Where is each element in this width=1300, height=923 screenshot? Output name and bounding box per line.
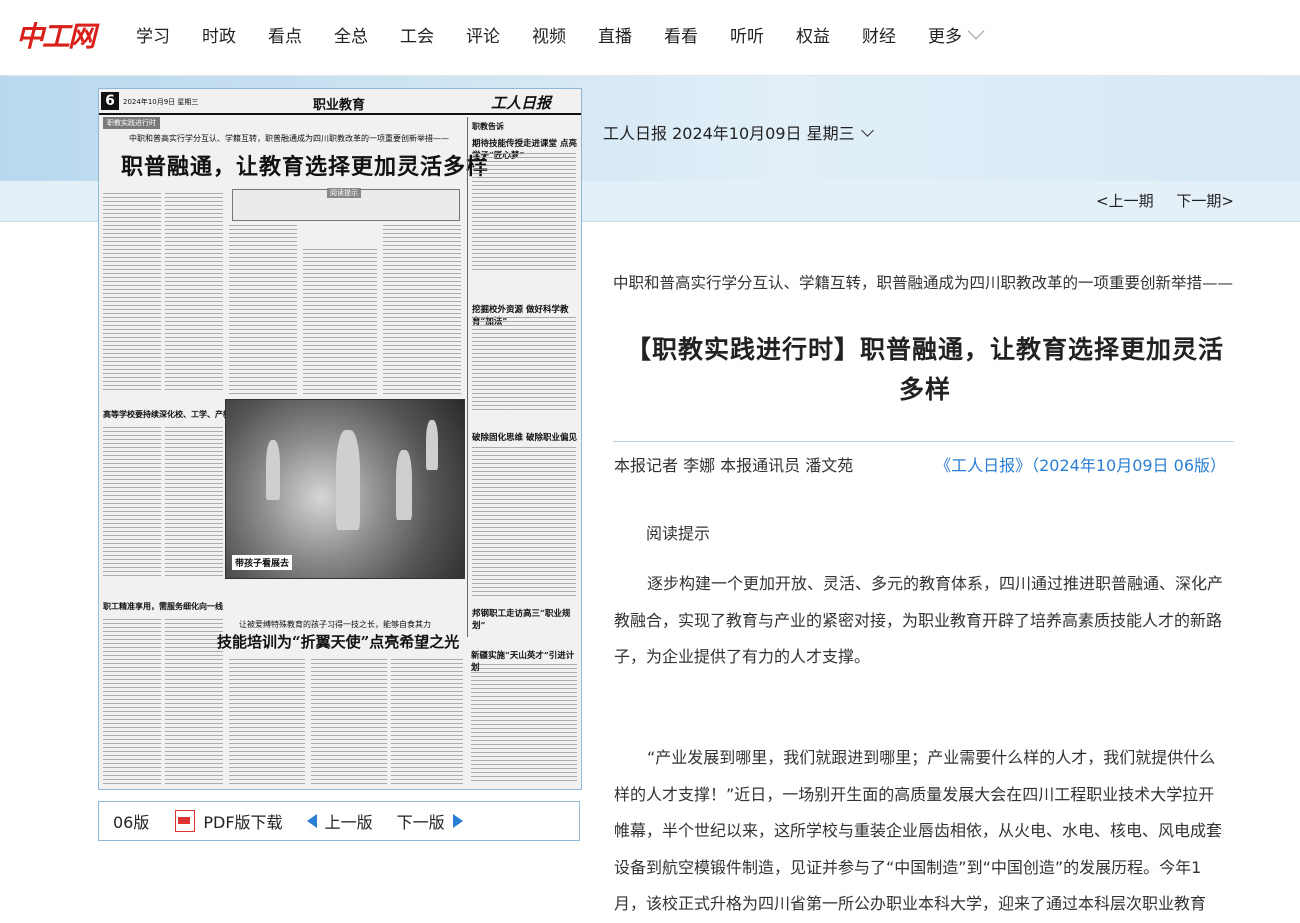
text-column [472, 447, 576, 597]
current-page-label: 06版 [113, 813, 150, 832]
text-column [471, 664, 577, 782]
nav-item-politics[interactable]: 时政 [202, 22, 236, 47]
article-paragraph: 逐步构建一个更加开放、灵活、多元的教育体系，四川通过推进职普融通、深化产教融合，… [614, 574, 1224, 666]
page-date: 2024年10月9日 星期三 [123, 98, 199, 106]
triangle-right-icon [452, 814, 463, 828]
pdf-download-label: PDF版下载 [203, 813, 283, 832]
nav-item-commentary[interactable]: 评论 [466, 22, 500, 47]
page-right-sidebar: 职教告诉 期待技能传授走进课堂 点亮学子“匠心梦” 挖掘校外资源 做好科学教育“… [467, 117, 580, 637]
page-headline[interactable]: 职普融通，让教育选择更加灵活多样 [121, 149, 489, 181]
page-photo-caption: 带孩子看展去 [232, 555, 293, 570]
nav-item-watch[interactable]: 看看 [664, 22, 698, 47]
page-column-tag: 职教实践进行时 [103, 117, 160, 129]
nav-item-listen[interactable]: 听听 [730, 22, 764, 47]
nav-more-menu[interactable]: 更多 [928, 22, 985, 47]
nav-item-highlights[interactable]: 看点 [268, 22, 302, 47]
chevron-down-icon [967, 22, 985, 40]
text-column [165, 619, 223, 784]
top-navigation: 中工网 学习 时政 看点 全总 工会 评论 视频 直播 看看 听听 权益 财经 … [0, 0, 1300, 76]
page-right-tag: 职教告诉 [472, 122, 504, 131]
text-column [391, 659, 463, 784]
article-headline: 【职教实践进行时】职普融通，让教育选择更加灵活多样 [625, 335, 1224, 404]
text-column [303, 249, 377, 395]
pdf-icon [175, 810, 196, 832]
page-photo: 带孩子看展去 [225, 399, 465, 579]
text-column [165, 427, 223, 577]
edition-date-selector[interactable]: 工人日报 2024年10月09日 星期三 [603, 120, 874, 144]
text-column [103, 427, 161, 577]
edition-date-label: 工人日报 2024年10月09日 星期三 [603, 124, 855, 143]
page-section: 职业教育 [313, 98, 366, 113]
nav-item-union[interactable]: 工会 [400, 22, 434, 47]
next-page-label: 下一版 [396, 813, 445, 832]
nav-item-live[interactable]: 直播 [598, 22, 632, 47]
article-kicker: 中职和普高实行学分互认、学籍互转，职普融通成为四川职教改革的一项重要创新举措—— [613, 274, 1234, 292]
prev-page-label: 上一版 [324, 813, 373, 832]
page-reading-tips-box: 阅读提示 [232, 188, 460, 221]
photo-figure [336, 430, 360, 530]
page-masthead: 工人日报 [490, 94, 551, 112]
text-column [229, 659, 305, 784]
page-number: 6 [101, 92, 119, 110]
pdf-download-button[interactable]: PDF版下载 [175, 809, 283, 833]
newspaper-page-image[interactable]: 6 2024年10月9日 星期三 职业教育 工人日报 职教实践进行时 中职和普高… [98, 88, 582, 790]
text-column [103, 619, 161, 784]
page-bottom-headline[interactable]: 技能培训为“折翼天使”点亮希望之光 [217, 631, 459, 652]
next-issue-link[interactable]: 下一期> [1176, 192, 1234, 210]
page-header: 6 2024年10月9日 星期三 职业教育 工人日报 [99, 89, 581, 115]
main-nav: 学习 时政 看点 全总 工会 评论 视频 直播 看看 听听 权益 财经 更多 [120, 0, 998, 68]
chevron-down-icon [860, 123, 874, 137]
site-logo[interactable]: 中工网 [16, 15, 96, 55]
text-column [472, 153, 576, 273]
photo-figure [266, 440, 280, 500]
page-pager: 06版 PDF版下载 上一版 下一版 [98, 801, 580, 841]
triangle-left-icon [306, 814, 317, 828]
nav-more-label: 更多 [928, 26, 962, 47]
article-byline: 本报记者 李娜 本报通讯员 潘文苑 [614, 456, 854, 475]
text-column [383, 225, 461, 395]
page-subhead-left-2: 职工精准享用，需服务细化向一线 [103, 601, 223, 611]
photo-figure [426, 420, 438, 470]
text-column [103, 193, 161, 393]
text-column [472, 317, 576, 413]
photo-figure [396, 450, 412, 520]
article-source-link[interactable]: 《工人日报》（2024年10月09日 06版） [935, 452, 1226, 476]
text-column [311, 659, 387, 784]
next-page-button[interactable]: 下一版 [397, 809, 463, 833]
page-right-title: 新疆实施“天山英才”引进计划 [471, 651, 575, 673]
nav-item-study[interactable]: 学习 [136, 22, 170, 47]
text-column [165, 193, 223, 393]
prev-issue-link[interactable]: <上一期 [1096, 192, 1154, 210]
headline-divider [613, 441, 1234, 442]
nav-item-finance[interactable]: 财经 [862, 22, 896, 47]
page-right-title: 邦钢职工走访高三“职业规划” [472, 609, 571, 631]
page-right-title: 破除固化思维 破除职业偏见 [472, 433, 577, 443]
reading-tips-label: 阅读提示 [646, 524, 711, 543]
nav-item-rights[interactable]: 权益 [796, 22, 830, 47]
page-bottom-kicker: 让被爱缚特殊教育的孩子习得一技之长，能够自食其力 [239, 620, 431, 629]
page-reading-tips-label: 阅读提示 [327, 188, 361, 198]
nav-item-video[interactable]: 视频 [532, 22, 566, 47]
issue-navigation: <上一期 下一期> [1078, 190, 1234, 211]
prev-page-button[interactable]: 上一版 [306, 809, 373, 833]
nav-item-federation[interactable]: 全总 [334, 22, 368, 47]
text-column [229, 225, 297, 395]
page-kicker: 中职和普高实行学分互认、学籍互转，职普融通成为四川职教改革的一项重要创新举措—— [129, 134, 449, 143]
article-paragraph: “产业发展到哪里，我们就跟进到哪里；产业需要什么样的人才，我们就提供什么样的人才… [614, 748, 1223, 913]
